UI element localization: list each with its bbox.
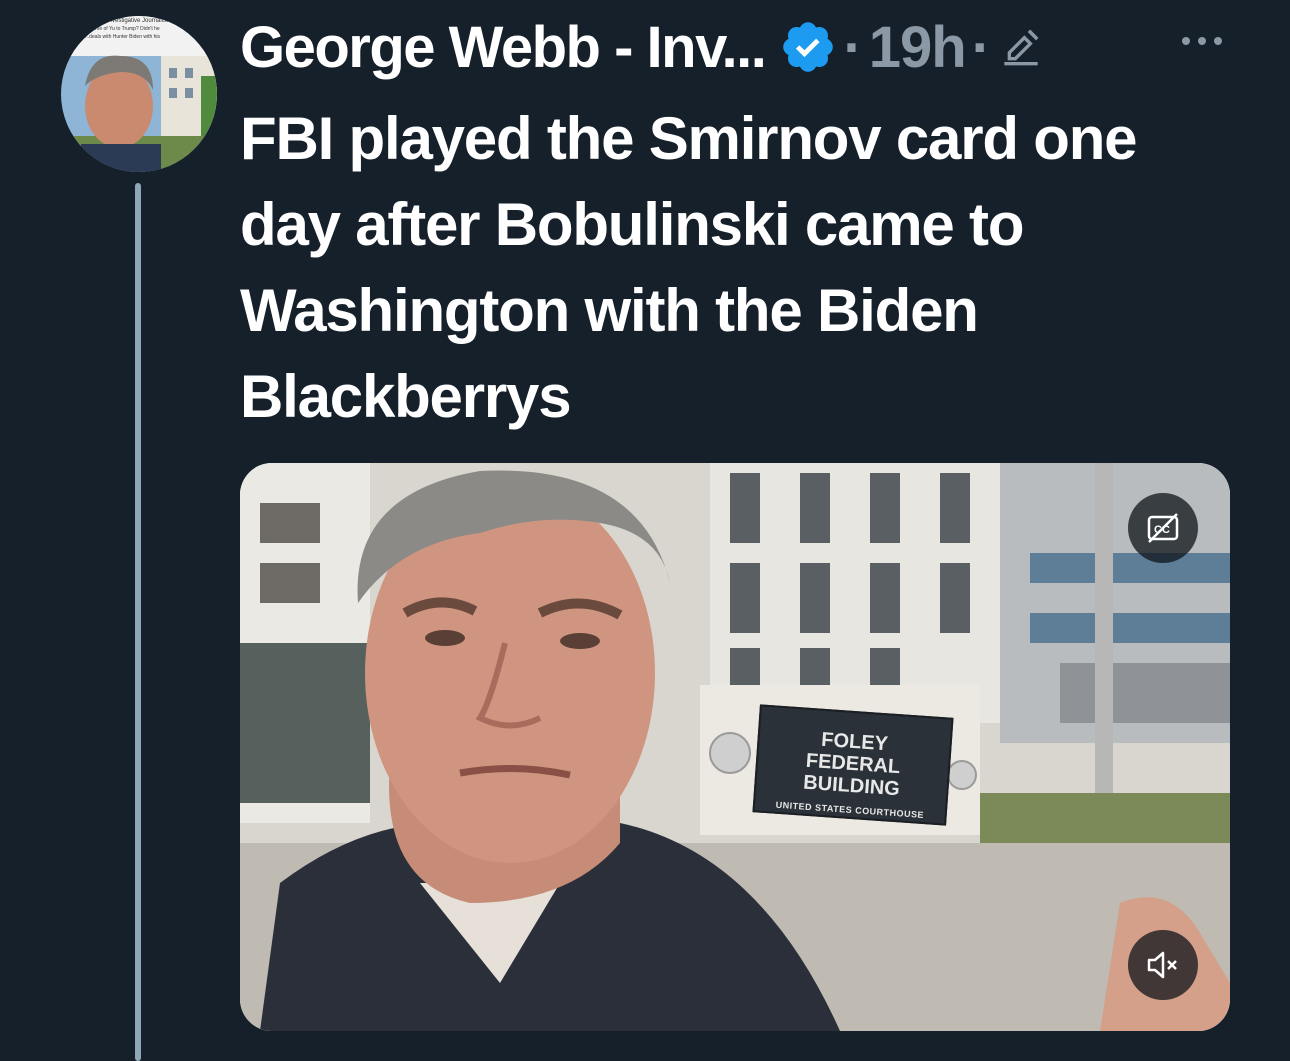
tweet-timestamp[interactable]: 19h — [869, 14, 967, 81]
tweet-text: FBI played the Smirnov card one day afte… — [240, 105, 1138, 430]
tweet-video[interactable]: FOLEY FEDERAL BUILDING UNITED STATES COU… — [240, 463, 1230, 1031]
author-name[interactable]: George Webb - Inv... — [240, 14, 767, 81]
more-options-icon[interactable] — [1178, 26, 1226, 56]
author-avatar[interactable]: Investigative Journalist ...me of Yu to … — [61, 16, 217, 172]
captions-off-icon: CC — [1147, 513, 1179, 543]
thread-connector-line — [135, 183, 141, 1061]
separator-dot: · — [971, 14, 991, 80]
tweet-header: George Webb - Inv... · 19h · — [240, 10, 1041, 84]
avatar-caption-line: ...me of Yu to Trump? Didn't he — [91, 26, 160, 32]
video-frame — [240, 463, 1230, 1031]
avatar-caption-line: Investigative Journalist — [107, 18, 168, 24]
avatar-caption-line: ...deals with Hunter Biden with his — [85, 34, 161, 40]
separator-dot: · — [843, 14, 863, 80]
volume-muted-icon — [1147, 951, 1177, 979]
mute-button[interactable] — [1128, 930, 1198, 1000]
verified-badge-icon[interactable] — [779, 18, 837, 76]
building-sign: FOLEY FEDERAL BUILDING UNITED STATES COU… — [752, 704, 954, 826]
edit-pencil-icon[interactable] — [1001, 27, 1041, 67]
captions-button[interactable]: CC — [1128, 493, 1198, 563]
